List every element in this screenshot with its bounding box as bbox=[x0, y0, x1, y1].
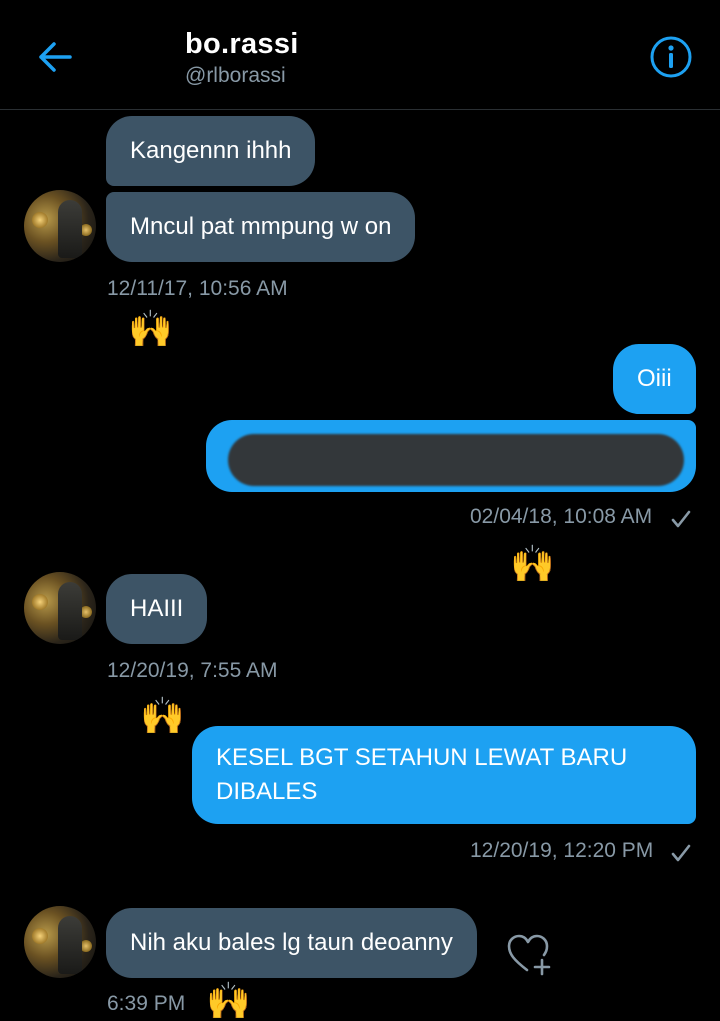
message-bubble-outgoing[interactable]: Oiii bbox=[613, 344, 696, 414]
message-text: HAIII bbox=[130, 595, 184, 622]
message-text: Kangennn ihhh bbox=[130, 137, 292, 164]
reaction-emoji[interactable]: 🙌 bbox=[206, 982, 251, 1021]
arrow-left-icon bbox=[39, 42, 72, 72]
message-text: KESEL BGT SETAHUN LEWAT BARU DIBALES bbox=[216, 744, 628, 805]
message-timestamp: 12/11/17, 10:56 AM bbox=[107, 277, 288, 300]
conversation-title: bo.rassi bbox=[185, 28, 299, 60]
message-bubble-incoming[interactable]: Nih aku bales lg taun deoanny bbox=[106, 908, 477, 978]
redacted-text bbox=[228, 434, 684, 486]
message-bubble-outgoing[interactable]: KESEL BGT SETAHUN LEWAT BARU DIBALES bbox=[192, 726, 696, 824]
dm-conversation-screen: bo.rassi @rlborassi Kangennn ihhh Mncul … bbox=[0, 0, 720, 1021]
reaction-emoji[interactable]: 🙌 bbox=[510, 545, 555, 585]
message-bubble-incoming[interactable]: HAIII bbox=[106, 574, 208, 644]
message-text: Nih aku bales lg taun deoanny bbox=[130, 929, 453, 956]
reaction-emoji[interactable]: 🙌 bbox=[128, 310, 173, 350]
message-timestamp: 12/20/19, 7:55 AM bbox=[107, 659, 278, 682]
check-icon bbox=[671, 510, 691, 528]
info-button[interactable] bbox=[648, 34, 694, 80]
reaction-emoji[interactable]: 🙌 bbox=[140, 697, 185, 737]
conversation-handle: @rlborassi bbox=[185, 64, 286, 87]
check-icon bbox=[671, 844, 691, 862]
message-timestamp: 6:39 PM bbox=[107, 992, 186, 1015]
avatar[interactable] bbox=[24, 190, 96, 262]
message-text: Mncul pat mmpung w on bbox=[130, 213, 392, 240]
heart-plus-icon[interactable] bbox=[506, 932, 552, 978]
message-bubble-incoming[interactable]: Kangennn ihhh bbox=[106, 116, 316, 186]
avatar[interactable] bbox=[24, 906, 96, 978]
info-circle-icon bbox=[650, 36, 692, 78]
message-bubble-incoming[interactable]: Mncul pat mmpung w on bbox=[106, 192, 416, 262]
avatar[interactable] bbox=[24, 572, 96, 644]
message-timestamp: 02/04/18, 10:08 AM bbox=[470, 505, 653, 528]
message-timestamp: 12/20/19, 12:20 PM bbox=[470, 839, 654, 862]
back-button[interactable] bbox=[34, 36, 76, 78]
conversation-header: bo.rassi @rlborassi bbox=[0, 0, 720, 110]
message-text: Oiii bbox=[637, 365, 672, 392]
